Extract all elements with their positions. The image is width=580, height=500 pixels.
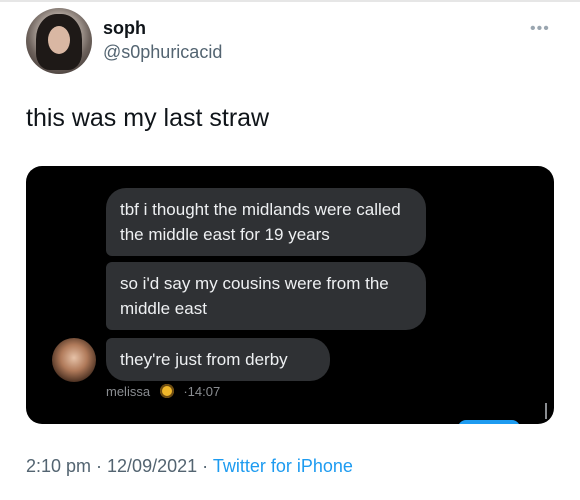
more-horizontal-icon[interactable]: ••• [530, 20, 550, 38]
author-avatar[interactable] [26, 8, 92, 74]
tweet-source-link[interactable]: Twitter for iPhone [213, 456, 353, 476]
sender-name: melissa [106, 384, 151, 399]
message-time: ·14:07 [183, 384, 221, 399]
chat-message-2: so i'd say my cousins were from the midd… [106, 262, 426, 330]
sender-avatar [52, 338, 96, 382]
avatar-face [48, 26, 70, 54]
author-handle[interactable]: @s0phuricacid [103, 42, 222, 63]
chat-screenshot-image[interactable]: tbf i thought the midlands were called t… [26, 166, 554, 424]
author-name[interactable]: soph [103, 18, 146, 39]
tweet-footer: 2:10 pm · 12/09/2021 · Twitter for iPhon… [26, 456, 353, 477]
message-meta: melissa ·14:07 [106, 384, 220, 399]
blue-ui-element [458, 420, 520, 424]
tweet-text: this was my last straw [26, 104, 270, 132]
tweet-timestamp[interactable]: 2:10 pm · 12/09/2021 · [26, 456, 208, 476]
scroll-indicator [545, 403, 547, 419]
sunflower-icon [159, 384, 174, 398]
chat-message-1: tbf i thought the midlands were called t… [106, 188, 426, 256]
chat-message-3: they're just from derby [106, 338, 330, 381]
top-divider [0, 0, 580, 2]
